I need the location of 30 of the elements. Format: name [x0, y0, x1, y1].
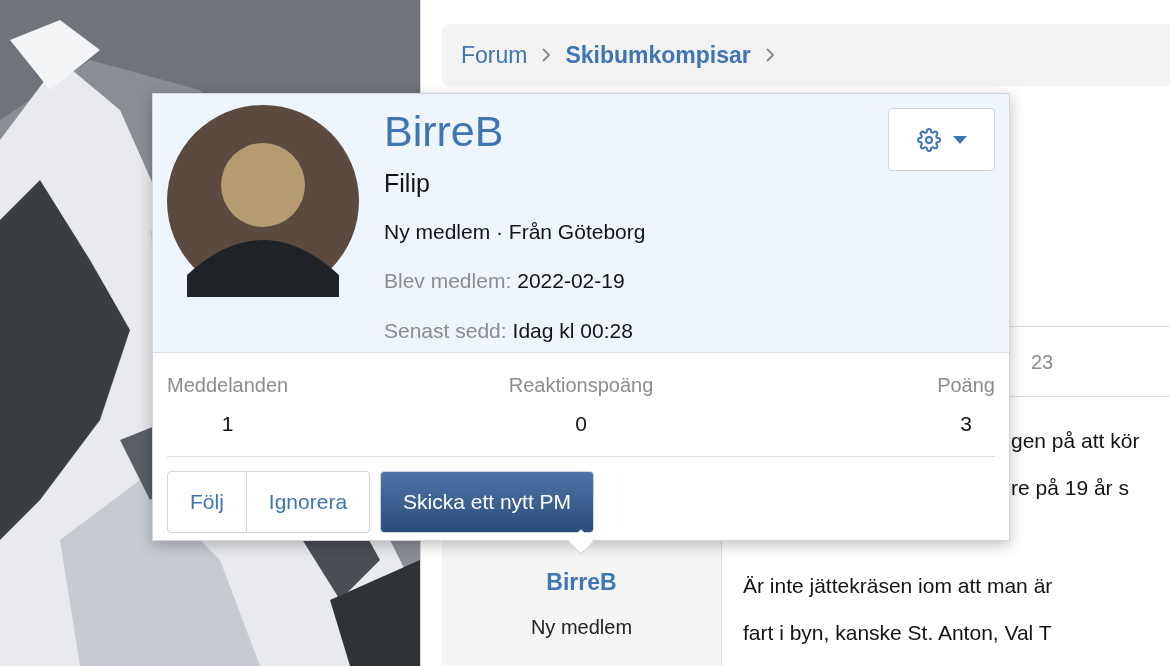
chevron-right-icon — [764, 47, 775, 63]
caret-icon — [952, 135, 967, 144]
author-name[interactable]: BirreB — [546, 565, 617, 600]
post-text: gen på att kör — [1011, 427, 1140, 454]
fact-value: Idag kl 00:28 — [512, 317, 633, 344]
post-text: Är inte jättekräsen iom att man är — [743, 572, 1053, 599]
member-username[interactable]: BirreB — [384, 105, 646, 157]
fact-label: Blev medlem: — [384, 268, 512, 294]
action-button[interactable]: Ignorera — [246, 470, 371, 533]
fact-value: 2022-02-19 — [517, 268, 625, 294]
action-button[interactable]: Följ — [167, 470, 247, 533]
stat-label: Meddelanden — [167, 373, 289, 398]
stat-label: Poäng — [937, 373, 995, 398]
stat-label: Reaktionspoäng — [508, 373, 654, 398]
member-summary: Ny medlem · Från Göteborg — [384, 218, 646, 245]
post-text: fart i byn, kanske St. Anton, Val T — [743, 619, 1052, 646]
stat-value: 1 — [221, 411, 234, 437]
breadcrumb-link[interactable]: Forum — [461, 37, 528, 73]
stat-value: 3 — [960, 411, 972, 437]
member-real-name: Filip — [384, 168, 431, 199]
settings-menu-button[interactable] — [888, 108, 995, 171]
chevron-right-icon — [541, 47, 552, 63]
send-message-button[interactable]: Skicka ett nytt PM — [380, 470, 595, 533]
author-title: Ny medlem — [530, 614, 633, 640]
post-text: re på 19 år s — [1011, 474, 1129, 501]
post-date: 23 — [1031, 349, 1054, 375]
settings-icon — [916, 127, 941, 152]
breadcrumb-link[interactable]: Skibumkompisar — [565, 37, 751, 73]
stat-value: 0 — [575, 411, 587, 437]
fact-label: Senast sedd: — [384, 317, 507, 344]
